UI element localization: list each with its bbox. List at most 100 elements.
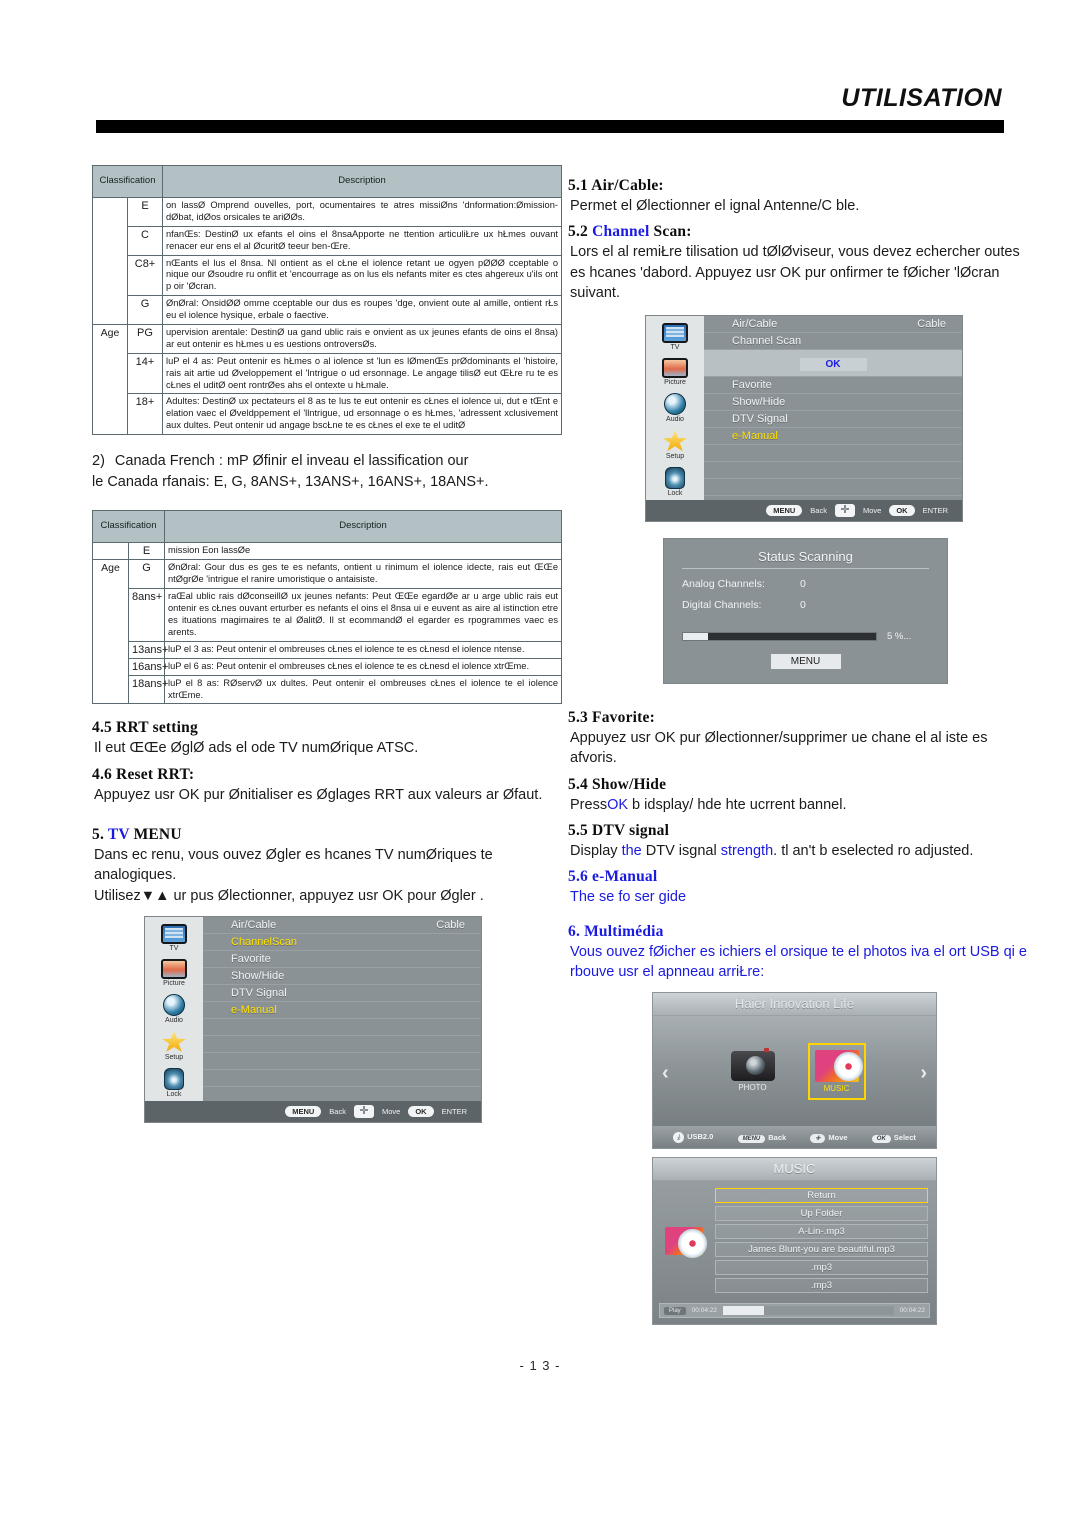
usb-icon: ⤓ (673, 1132, 685, 1144)
osd-menu-item[interactable]: DTV Signal (704, 411, 962, 429)
media-browser-title: Haier Innovation Life (653, 993, 936, 1017)
dpad-icon[interactable] (353, 1104, 374, 1118)
osd-side-item-label: Setup (164, 1053, 184, 1061)
digital-channels-label: Digital Channels: (682, 599, 762, 612)
rating-description: nfanŒs: DestinØ ux efants el oins el 8ns… (162, 225, 562, 256)
rating-description: raŒal ublic rais dØconseillØ ux jeunes n… (164, 588, 562, 642)
osd-side-item-picture[interactable]: Picture (646, 356, 704, 389)
menu-pill[interactable]: MENU (285, 1105, 322, 1117)
osd-side-item-lock[interactable]: Lock (646, 465, 704, 500)
audio-icon (163, 993, 185, 1016)
music-list-item[interactable]: James Blunt-you are beautiful.mp3 (715, 1242, 928, 1258)
section-5-2-heading: 5.2 Channel Scan: (568, 223, 1030, 241)
music-list-item[interactable]: .mp3 (715, 1278, 928, 1294)
osd-side-item-audio[interactable]: Audio (145, 992, 203, 1027)
osd-menu-item[interactable]: ChannelScan (203, 934, 481, 951)
osd-menu-item[interactable]: Air/Cable Cable (203, 917, 481, 934)
osd-side-item-tv[interactable]: TV (646, 321, 704, 354)
rating-description: luP el 3 as: Peut ontenir el ombreuses c… (164, 640, 562, 659)
menu-pill[interactable]: MENU (766, 505, 803, 517)
media-tile-photo[interactable]: PHOTO (724, 1046, 782, 1097)
dpad-pill-icon: ✛ (810, 1133, 826, 1143)
osd-bottom-list[interactable]: Air/Cable Cable ChannelScan Favorite Show/Hi… (203, 917, 481, 1101)
music-list-item[interactable]: A-Lin-.mp3 (715, 1224, 928, 1240)
music-list-item[interactable]: .mp3 (715, 1260, 928, 1276)
enter-label: ENTER (922, 506, 948, 516)
s55-p1: Display (570, 843, 622, 860)
media-select[interactable]: OK Select (871, 1133, 916, 1143)
analog-channels-label: Analog Channels: (682, 578, 765, 591)
rating-code: C8+ (127, 254, 163, 297)
media-browser-screenshot: Haier Innovation Life ‹ PHOTO MUSIC › ⤓ U… (652, 992, 937, 1150)
tv-icon (161, 923, 187, 944)
osd-bottom-sidebar[interactable]: TV Picture Audio Setup Lock (145, 916, 203, 1101)
music-list-item[interactable]: Up Folder (715, 1206, 928, 1222)
osd-menu-item[interactable]: e-Manual (704, 428, 962, 446)
osd-top-sidebar[interactable]: TV Picture Audio Setup Lock (646, 316, 704, 501)
osd-menu-item[interactable]: Favorite (704, 377, 962, 395)
osd-menu-item-label: Air/Cable (231, 918, 277, 931)
rating-code: E (128, 542, 165, 561)
table-row: 18ans+ luP el 8 as: RØservØ ux dultes. Pe… (93, 674, 562, 705)
media-move[interactable]: ✛ Move (810, 1133, 848, 1143)
osd-ok-row[interactable]: OK (704, 350, 962, 378)
seek-track[interactable] (722, 1306, 894, 1316)
osd-side-item-setup[interactable]: Setup (145, 1029, 203, 1064)
dpad-icon[interactable] (834, 504, 855, 518)
music-file-list[interactable]: Return Up Folder A-Lin-.mp3 James Blunt-you… (715, 1188, 928, 1294)
osd-side-item-picture[interactable]: Picture (145, 957, 203, 990)
camera-icon (730, 1047, 775, 1081)
osd-side-item-label: Picture (163, 979, 185, 987)
ok-pill[interactable]: OK (408, 1105, 434, 1117)
osd-top-list[interactable]: Air/Cable Cable Channel Scan OK Favorite Sh… (704, 316, 962, 500)
prev-arrow-icon[interactable]: ‹ (662, 1062, 669, 1085)
enter-label: ENTER (441, 1106, 467, 1116)
rating-description: ØnØral: OnsidØØ omme cceptable our dus e… (162, 295, 562, 326)
next-arrow-icon[interactable]: › (920, 1062, 927, 1085)
age-group-label: Age (92, 324, 128, 436)
osd-menu-item[interactable]: Channel Scan (704, 333, 962, 351)
music-playbar[interactable]: Play 00:04:22 00:04:22 (659, 1303, 930, 1319)
rating-code: 13ans+ (128, 640, 168, 659)
osd-side-item-setup[interactable]: Setup (646, 428, 704, 463)
digital-channels-row: Digital Channels: 0 (682, 599, 929, 611)
section-5-1-heading: 5.1 Air/Cable: (568, 177, 664, 194)
lock-icon (164, 1067, 184, 1090)
osd-side-item-lock[interactable]: Lock (145, 1066, 203, 1101)
osd-side-item-tv[interactable]: TV (145, 922, 203, 955)
media-tile-music[interactable]: MUSIC (807, 1042, 866, 1100)
osd-side-item-audio[interactable]: Audio (646, 391, 704, 426)
s55-p1-blue: the (621, 843, 642, 860)
osd-menu-item-value: Cable (917, 318, 946, 331)
ok-pill[interactable]: OK (889, 505, 915, 517)
osd-menu-item[interactable]: Show/Hide (704, 394, 962, 412)
right-column: 5.1 Air/Cable: Permet el Ølectionner el … (568, 170, 1030, 1326)
s55-p2: DTV isgnal (641, 843, 721, 860)
page-number: - 1 3 - (519, 1358, 561, 1373)
play-button[interactable]: Play (664, 1306, 686, 1315)
section-5-heading-blue: TV (107, 826, 130, 844)
osd-menu-item[interactable]: e-Manual (203, 1002, 481, 1019)
progress-percent: 5 %... (887, 631, 912, 643)
audio-icon (664, 393, 686, 416)
status-menu-button[interactable]: MENU (770, 654, 841, 670)
media-back[interactable]: MENU Back (737, 1133, 786, 1143)
media-tile-label: MUSIC (823, 1083, 850, 1093)
osd-menu-item[interactable]: Air/Cable Cable (704, 316, 962, 334)
osd-menu-item[interactable]: DTV Signal (203, 985, 481, 1002)
rating-code: E (127, 197, 163, 227)
section-4-6-body: Appuyez usr OK pur Ønitialiser es Øglage… (94, 786, 543, 803)
osd-menu-blank-row (203, 1036, 481, 1053)
table1-header-classification: Classification (92, 165, 163, 198)
music-screenshot: MUSIC Return Up Folder A-Lin-.mp3 James Blu… (652, 1157, 937, 1326)
rating-description: upervision arentale: DestinØ ua gand ubl… (162, 324, 562, 354)
s54-post: b idsplay/ hde hte ucrrent bannel. (628, 796, 847, 813)
osd-menu-item[interactable]: Favorite (203, 951, 481, 968)
section-5-1-body: Permet el Ølectionner el ignal Antenne/C… (570, 198, 860, 214)
rating-code: 18+ (127, 393, 163, 436)
osd-menu-item[interactable]: Show/Hide (203, 968, 481, 985)
osd-ok-button[interactable]: OK (799, 358, 867, 372)
music-list-item[interactable]: Return (715, 1188, 928, 1204)
rating-description: on lassØ Omprend ouvelles, port, ocument… (162, 197, 562, 227)
tv-icon (662, 323, 688, 344)
